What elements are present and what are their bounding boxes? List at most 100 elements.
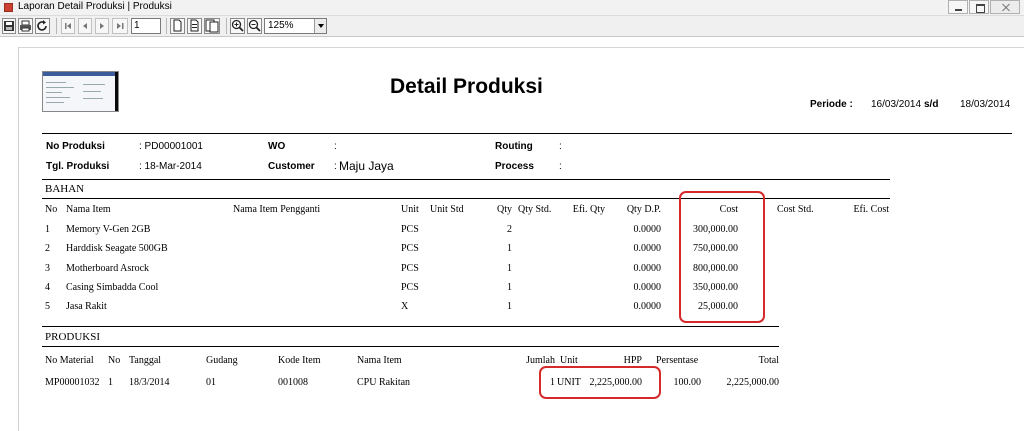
row-nama-item: Harddisk Seagate 500GB xyxy=(66,243,168,254)
page-icon xyxy=(173,19,182,32)
bahan-section-title: BAHAN xyxy=(45,183,85,195)
row-total: 2,225,000.00 xyxy=(726,377,780,388)
zoom-in-icon xyxy=(231,19,244,32)
periode-sd-label: s/d xyxy=(924,99,939,110)
zoom-out-icon xyxy=(248,19,261,32)
row-no: 4 xyxy=(45,282,50,293)
produksi-header-line xyxy=(42,346,779,347)
col-no: No xyxy=(108,355,121,366)
customer-label: Customer xyxy=(268,161,315,172)
pages-icon xyxy=(205,19,219,33)
report-toolbar: 1 125% xyxy=(0,16,1024,37)
single-page-button[interactable] xyxy=(170,18,185,34)
row-nama-item: Jasa Rakit xyxy=(66,301,107,312)
row-gudang: 01 xyxy=(206,377,216,388)
row-no: 2 xyxy=(45,243,50,254)
close-button[interactable] xyxy=(990,0,1020,14)
row-kode-item: 001008 xyxy=(278,377,308,388)
print-button[interactable] xyxy=(18,18,33,34)
col-total: Total xyxy=(758,355,779,366)
previous-page-button[interactable] xyxy=(78,18,92,34)
last-page-button[interactable] xyxy=(112,18,128,34)
col-unit: Unit xyxy=(560,355,578,366)
col-qty-std: Qty Std. xyxy=(518,204,552,215)
zoom-in-button[interactable] xyxy=(230,18,245,34)
wo-value: : xyxy=(334,141,337,152)
page-number-input[interactable]: 1 xyxy=(131,18,161,34)
app-icon xyxy=(4,3,13,12)
toolbar-separator xyxy=(226,18,227,34)
tgl-produksi-label: Tgl. Produksi xyxy=(46,161,110,172)
row-unit: PCS xyxy=(401,282,419,293)
row-qty-dp: 0.0000 xyxy=(633,282,662,293)
row-qty-dp: 0.0000 xyxy=(633,243,662,254)
row-nama-item: Casing Simbadda Cool xyxy=(66,282,159,293)
first-page-icon xyxy=(65,23,71,29)
row-nama-item: Motherboard Asrock xyxy=(66,263,150,274)
first-page-button[interactable] xyxy=(61,18,75,34)
row-no: 3 xyxy=(45,263,50,274)
save-icon xyxy=(4,21,14,31)
last-page-icon xyxy=(117,23,124,29)
maximize-button[interactable] xyxy=(969,0,989,14)
title-bar: Laporan Detail Produksi | Produksi xyxy=(0,0,1024,16)
no-produksi-label: No Produksi xyxy=(46,141,105,152)
col-nama-item-pengganti: Nama Item Pengganti xyxy=(233,204,321,215)
col-efi-qty: Efi. Qty xyxy=(572,204,605,215)
row-no: 5 xyxy=(45,301,50,312)
customer-colon: : xyxy=(334,161,337,172)
page-border xyxy=(18,47,19,431)
company-logo xyxy=(42,71,119,112)
multi-page-button[interactable] xyxy=(204,18,220,34)
printer-icon xyxy=(20,20,31,32)
row-unit: X xyxy=(401,301,409,312)
refresh-icon xyxy=(37,20,47,31)
chevron-down-icon[interactable] xyxy=(314,19,326,33)
col-unit: Unit xyxy=(401,204,419,215)
row-qty: 2 xyxy=(507,224,512,235)
row-qty-dp: 0.0000 xyxy=(633,301,662,312)
row-nama-item: CPU Rakitan xyxy=(357,377,411,388)
col-qty-dp: Qty D.P. xyxy=(626,204,661,215)
customer-value: Maju Jaya xyxy=(339,159,394,173)
page-width-icon xyxy=(190,19,199,32)
next-page-button[interactable] xyxy=(95,18,109,34)
zoom-out-button[interactable] xyxy=(247,18,262,34)
produksi-top-line xyxy=(42,326,779,327)
process-value: : xyxy=(559,161,562,172)
row-persentase: 100.00 xyxy=(673,377,702,388)
zoom-value: 125% xyxy=(268,20,294,31)
row-qty: 1 xyxy=(507,263,512,274)
window-title: Laporan Detail Produksi | Produksi xyxy=(18,1,172,12)
col-persentase: Persentase xyxy=(656,355,699,366)
hpp-highlight xyxy=(539,366,661,399)
row-no-material: MP00001032 xyxy=(45,377,100,388)
col-nama-item: Nama Item xyxy=(357,355,402,366)
row-qty-dp: 0.0000 xyxy=(633,263,662,274)
previous-page-icon xyxy=(83,23,87,29)
row-unit: PCS xyxy=(401,243,419,254)
col-qty: Qty xyxy=(497,204,512,215)
wo-label: WO xyxy=(268,141,286,152)
periode-label: Periode : xyxy=(810,99,853,110)
zoom-select[interactable]: 125% xyxy=(264,18,327,34)
col-tanggal: Tanggal xyxy=(129,355,162,366)
row-qty: 1 xyxy=(507,282,512,293)
toolbar-separator xyxy=(166,18,167,34)
periode-from: 16/03/2014 xyxy=(871,99,922,110)
row-unit: PCS xyxy=(401,263,419,274)
save-button[interactable] xyxy=(2,18,16,34)
page-width-button[interactable] xyxy=(187,18,202,34)
col-no: No xyxy=(45,204,58,215)
row-nama-item: Memory V-Gen 2GB xyxy=(66,224,151,235)
page-border xyxy=(18,47,1024,48)
col-unit-std: Unit Std xyxy=(430,204,464,215)
row-no: 1 xyxy=(108,377,113,388)
header-divider xyxy=(42,133,1012,134)
col-kode-item: Kode Item xyxy=(278,355,321,366)
refresh-button[interactable] xyxy=(35,18,50,34)
col-no-material: No Material xyxy=(45,355,94,366)
minimize-button[interactable] xyxy=(948,0,968,14)
row-qty: 1 xyxy=(507,243,512,254)
col-gudang: Gudang xyxy=(206,355,238,366)
